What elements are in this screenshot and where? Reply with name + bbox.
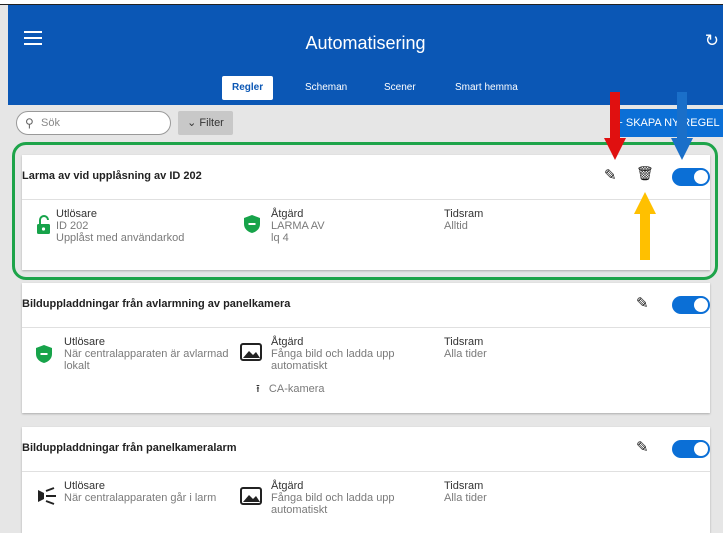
refresh-icon[interactable]: ↻ <box>705 31 719 51</box>
filter-button[interactable]: ⌄ Filter <box>178 111 233 135</box>
trigger-line: När centralapparaten går i larm <box>64 492 217 504</box>
tab-schedules[interactable]: Scheman <box>295 76 357 100</box>
action-line: automatiskt <box>271 360 328 372</box>
trigger-line: lokalt <box>64 360 90 372</box>
highlight-outline <box>12 142 718 280</box>
action-line: Fånga bild och ladda upp <box>271 492 395 504</box>
filter-label: Filter <box>199 117 224 129</box>
shield-icon <box>36 345 52 363</box>
action-extra: ⭱ CA-kamera <box>256 380 325 399</box>
yellow-arrow-annotation <box>634 192 656 260</box>
upload-icon: ⭱ <box>256 383 260 395</box>
timeframe-label: Tidsram <box>444 480 484 492</box>
trigger-label: Utlösare <box>64 480 105 492</box>
blue-arrow-annotation <box>671 92 693 160</box>
app-bar: Automatisering ↻ Regler Scheman Scener S… <box>8 5 723 105</box>
trigger-column: Utlösare När centralapparaten är avlarma… <box>64 336 228 372</box>
image-icon <box>240 487 262 505</box>
action-line: automatiskt <box>271 504 328 516</box>
rule-toggle[interactable] <box>672 440 710 458</box>
action-column: Åtgärd Fånga bild och ladda upp automati… <box>271 480 395 516</box>
timeframe-value: Alla tider <box>444 348 487 360</box>
image-icon <box>240 343 262 361</box>
siren-icon <box>38 487 56 505</box>
search-input[interactable]: ⚲ Sök <box>16 111 171 135</box>
rule-toggle[interactable] <box>672 296 710 314</box>
tab-rules[interactable]: Regler <box>222 76 274 100</box>
search-placeholder: Sök <box>41 117 60 129</box>
timeframe-column: Tidsram Alla tider <box>444 336 487 360</box>
trigger-column: Utlösare När centralapparaten går i larm <box>64 480 216 504</box>
create-rule-button[interactable]: + SKAPA NY REGEL <box>613 109 723 137</box>
action-label: Åtgärd <box>271 336 304 348</box>
trigger-line: När centralapparaten är avlarmad <box>64 348 229 360</box>
rule-title: Bilduppladdningar från avlarmning av pan… <box>22 298 291 310</box>
edit-icon[interactable]: ✎ <box>636 294 649 312</box>
tab-scenes[interactable]: Scener <box>374 76 426 100</box>
action-column: Åtgärd Fånga bild och ladda upp automati… <box>271 336 395 372</box>
edit-icon[interactable]: ✎ <box>636 438 649 456</box>
action-line: Fånga bild och ladda upp <box>271 348 395 360</box>
rule-card: Bilduppladdningar från panelkameralarm ✎… <box>22 427 710 533</box>
red-arrow-annotation <box>604 92 626 160</box>
search-icon: ⚲ <box>25 116 34 130</box>
rule-card-header: Bilduppladdningar från panelkameralarm ✎ <box>22 427 710 472</box>
timeframe-column: Tidsram Alla tider <box>444 480 487 504</box>
tab-smart-home[interactable]: Smart hemma <box>445 76 528 100</box>
rule-card: Bilduppladdningar från avlarmning av pan… <box>22 283 710 413</box>
timeframe-value: Alla tider <box>444 492 487 504</box>
rule-card-header: Bilduppladdningar från avlarmning av pan… <box>22 283 710 328</box>
page-title: Automatisering <box>305 33 426 53</box>
chevron-down-icon: ⌄ <box>187 117 197 129</box>
action-label: Åtgärd <box>271 480 304 492</box>
timeframe-label: Tidsram <box>444 336 484 348</box>
rule-title: Bilduppladdningar från panelkameralarm <box>22 442 237 454</box>
action-extra-value: CA-kamera <box>268 383 325 395</box>
trigger-label: Utlösare <box>64 336 105 348</box>
